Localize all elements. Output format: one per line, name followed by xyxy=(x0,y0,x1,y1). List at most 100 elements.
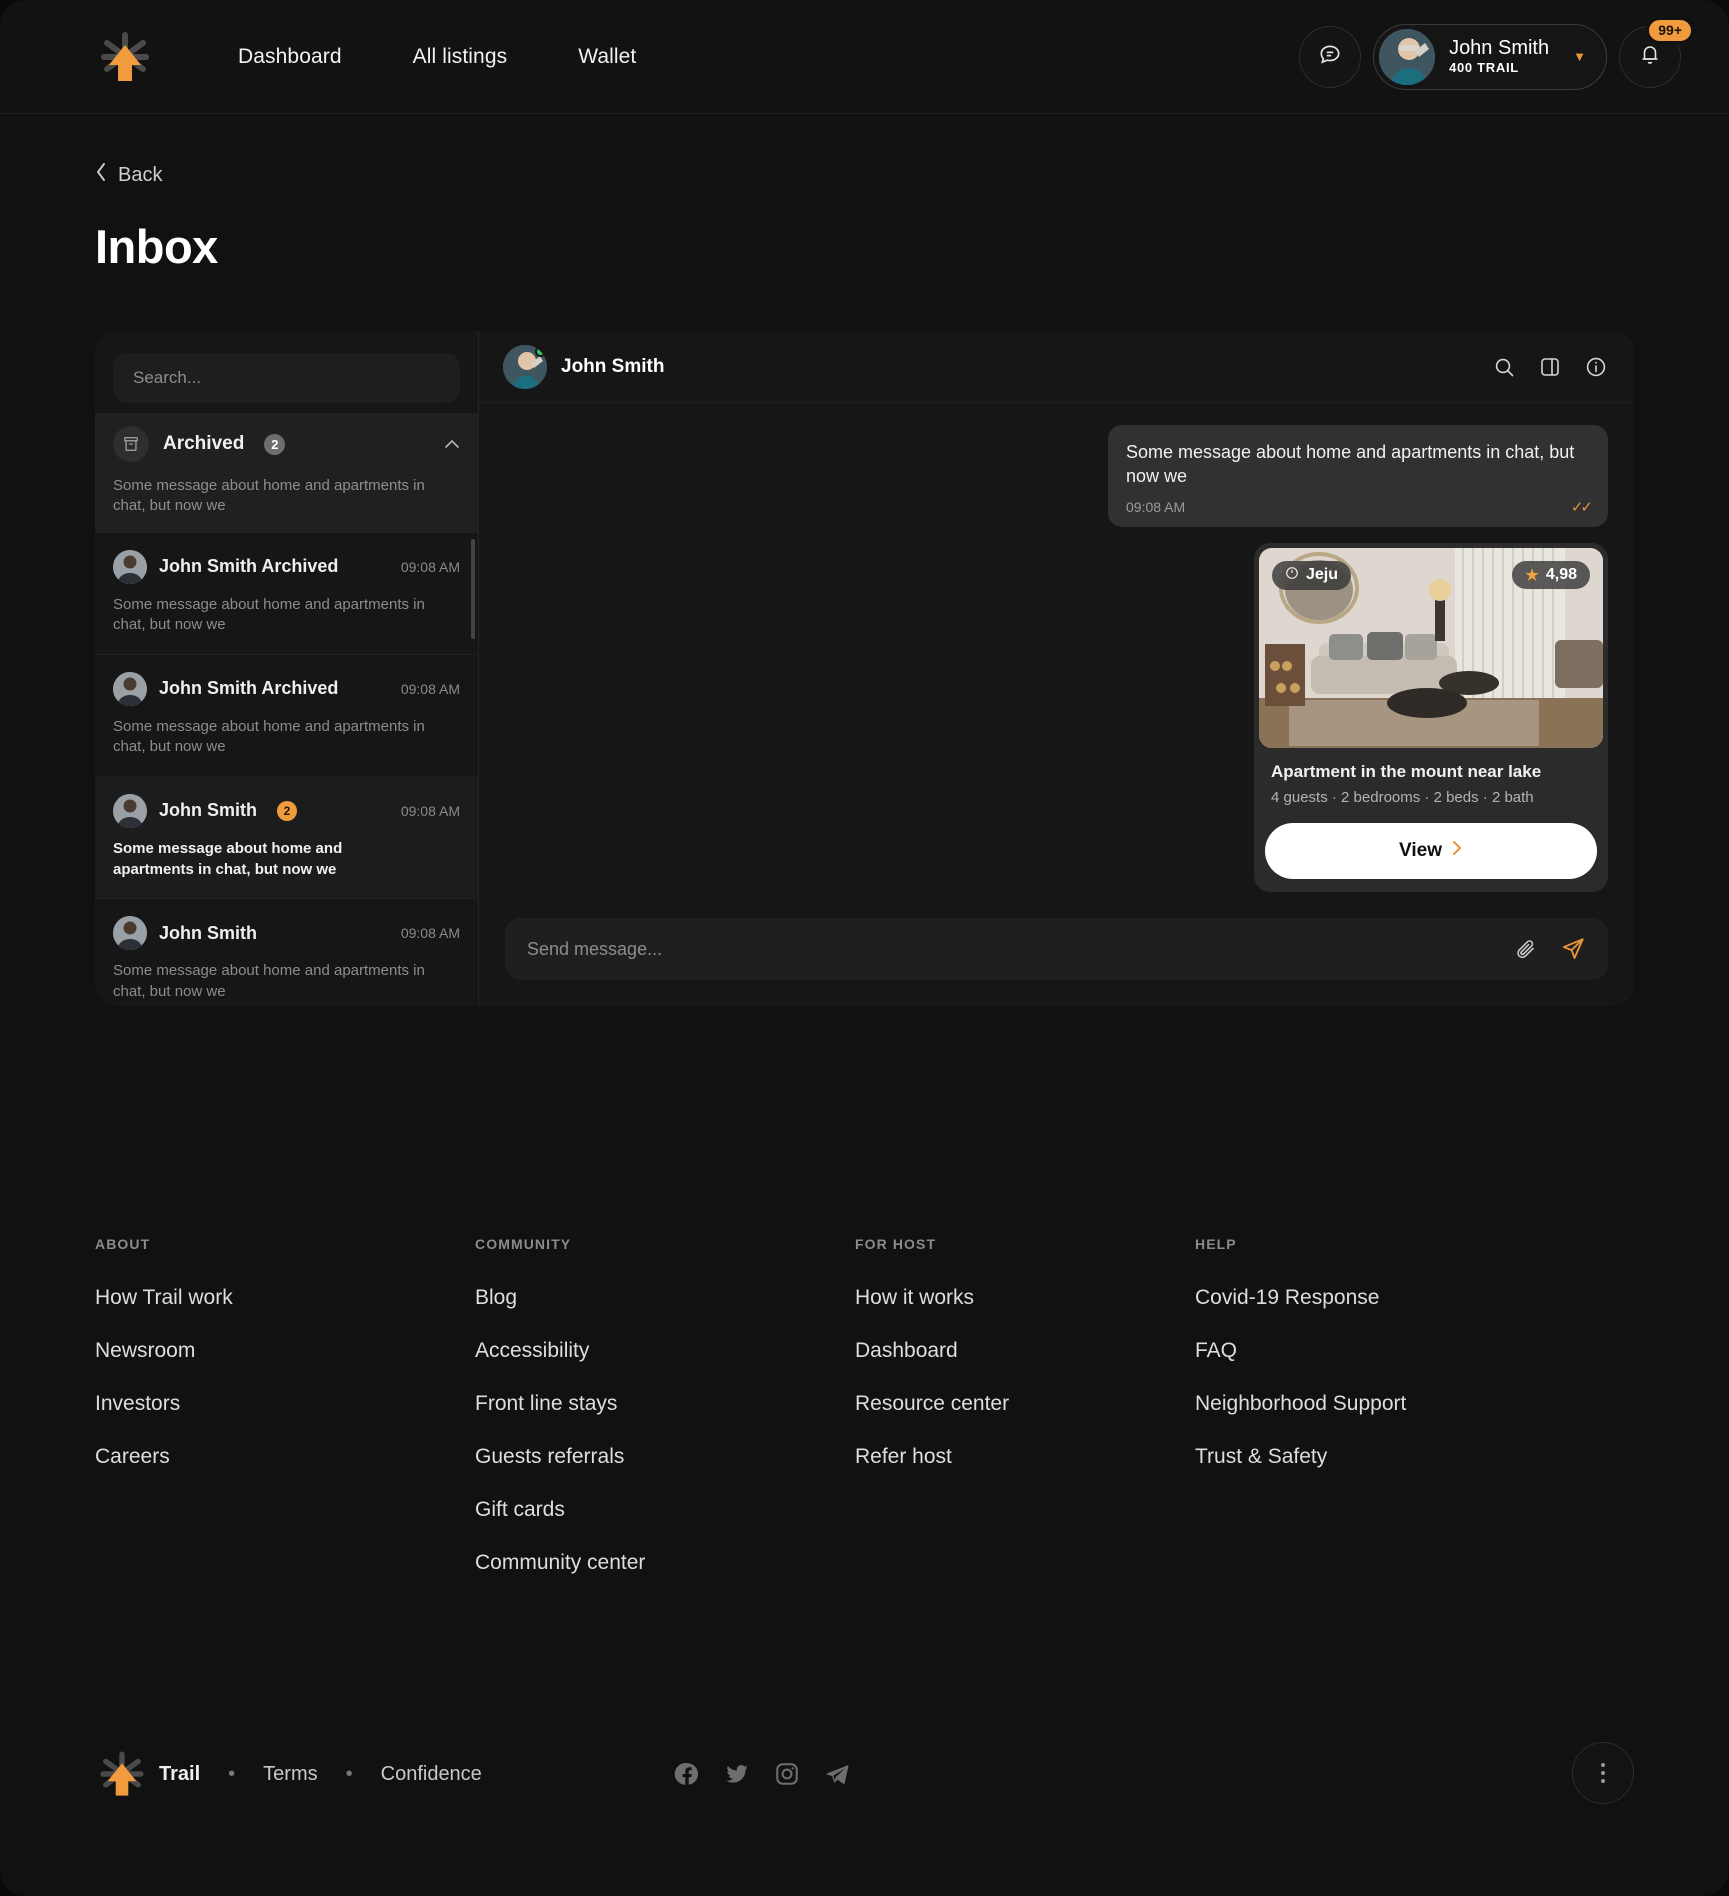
list-item-snippet: Some message about home and apartments i… xyxy=(113,717,425,756)
avatar xyxy=(113,793,147,828)
chevron-up-icon[interactable] xyxy=(444,436,460,452)
nav-link-all-listings[interactable]: All listings xyxy=(413,35,508,79)
trail-logo-icon[interactable] xyxy=(95,27,155,87)
listing-title: Apartment in the mount near lake xyxy=(1271,761,1542,781)
nav-link-wallet[interactable]: Wallet xyxy=(578,35,636,79)
conversation-list: Archived 2 Some message about home and a… xyxy=(95,331,479,1006)
user-account-menu[interactable]: John Smith 400 TRAIL ▼ xyxy=(1373,23,1607,90)
footer-link[interactable]: Investors xyxy=(95,1392,180,1416)
footer-link[interactable]: Blog xyxy=(475,1286,517,1310)
list-item-header: John Smith 09:08 AM xyxy=(113,916,460,951)
trail-logo-icon[interactable] xyxy=(95,1747,149,1801)
top-navigation-bar: Dashboard All listings Wallet John Smith… xyxy=(0,0,1729,114)
separator-dot: • xyxy=(228,1762,236,1785)
list-item-name: John Smith Archived xyxy=(159,556,339,577)
footer-link[interactable]: Refer host xyxy=(855,1445,952,1469)
footer-brand: Trail xyxy=(159,1762,201,1785)
footer-link[interactable]: Trust & Safety xyxy=(1195,1445,1327,1469)
user-meta: John Smith 400 TRAIL xyxy=(1449,37,1549,75)
footer-column-title: HELP xyxy=(1195,1236,1237,1252)
footer-link[interactable]: Resource center xyxy=(855,1392,1009,1416)
twitter-icon[interactable] xyxy=(724,1761,750,1787)
footer-link[interactable]: How Trail work xyxy=(95,1286,233,1310)
archived-header[interactable]: Archived 2 xyxy=(113,426,460,462)
panel-toggle-icon[interactable] xyxy=(1538,355,1562,379)
messages-button[interactable] xyxy=(1299,25,1362,88)
search-icon[interactable] xyxy=(1492,355,1516,379)
message-text: Some message about home and apartments i… xyxy=(1126,442,1575,487)
message-time: 09:08 AM xyxy=(1254,905,1313,908)
archived-section[interactable]: Archived 2 Some message about home and a… xyxy=(95,413,478,533)
more-options-icon xyxy=(1601,1763,1605,1783)
footer-column-community: COMMUNITY Blog Accessibility Front line … xyxy=(475,1236,855,1604)
location-pin-icon xyxy=(1285,566,1299,585)
footer-terms-link[interactable]: Terms xyxy=(263,1763,317,1786)
footer-columns: ABOUT How Trail work Newsroom Investors … xyxy=(95,1236,1634,1604)
read-receipt-icon: ✓✓ xyxy=(1549,904,1611,908)
avatar xyxy=(113,916,147,951)
footer-link[interactable]: Gift cards xyxy=(475,1498,565,1522)
inbox-panel: Archived 2 Some message about home and a… xyxy=(95,331,1634,1006)
footer-column-for-host: FOR HOST How it works Dashboard Resource… xyxy=(855,1236,1195,1604)
footer-confidence-link[interactable]: Confidence xyxy=(381,1763,482,1786)
footer-column-about: ABOUT How Trail work Newsroom Investors … xyxy=(95,1236,475,1604)
notification-badge: 99+ xyxy=(1646,16,1694,44)
list-item-name: John Smith xyxy=(159,800,257,821)
listing-message: Jeju ★ 4,98 Apartment in the mount near … xyxy=(1254,542,1611,908)
search-input[interactable] xyxy=(133,368,440,388)
chevron-right-icon xyxy=(1452,840,1463,861)
bell-icon xyxy=(1638,42,1662,71)
footer-link[interactable]: FAQ xyxy=(1195,1339,1237,1363)
listing-card[interactable]: Jeju ★ 4,98 Apartment in the mount near … xyxy=(1254,542,1608,892)
back-button[interactable]: Back xyxy=(95,162,162,188)
search-area xyxy=(95,331,478,413)
page-title: Inbox xyxy=(95,220,218,273)
send-icon[interactable] xyxy=(1560,936,1586,962)
chat-header: John Smith xyxy=(479,331,1634,403)
list-item-selected[interactable]: John Smith 2 09:08 AM Some message about… xyxy=(95,776,478,900)
composer-area xyxy=(479,908,1634,1006)
footer-link[interactable]: Front line stays xyxy=(475,1392,617,1416)
notifications-button[interactable]: 99+ xyxy=(1619,16,1694,88)
footer-link[interactable]: Community center xyxy=(475,1551,645,1575)
footer-link[interactable]: Newsroom xyxy=(95,1339,195,1363)
footer-bar: Trail • Terms • Confidence xyxy=(0,1714,1729,1834)
list-item[interactable]: John Smith Archived 09:08 AM Some messag… xyxy=(95,655,478,777)
app-window: Dashboard All listings Wallet John Smith… xyxy=(0,0,1729,1896)
paperclip-icon[interactable] xyxy=(1514,937,1538,961)
list-item-snippet: Some message about home and apartments i… xyxy=(113,839,343,878)
message-row-outgoing: Some message about home and apartments i… xyxy=(505,425,1608,527)
listing-location: Jeju xyxy=(1306,566,1339,584)
footer-column-help: HELP Covid-19 Response FAQ Neighborhood … xyxy=(1195,1236,1535,1604)
more-options-button[interactable] xyxy=(1572,1742,1634,1804)
message-bubble[interactable]: Some message about home and apartments i… xyxy=(1108,425,1608,527)
telegram-icon[interactable] xyxy=(824,1761,850,1787)
nav-right-cluster: John Smith 400 TRAIL ▼ 99+ xyxy=(1299,16,1694,90)
chat-actions xyxy=(1492,355,1608,379)
search-box[interactable] xyxy=(113,353,460,403)
social-links xyxy=(674,1761,850,1787)
message-composer[interactable] xyxy=(505,918,1608,980)
instagram-icon[interactable] xyxy=(774,1761,800,1787)
footer-link[interactable]: Accessibility xyxy=(475,1339,589,1363)
facebook-icon[interactable] xyxy=(674,1761,700,1787)
footer-link[interactable]: Covid-19 Response xyxy=(1195,1286,1379,1310)
listing-message-footer: 09:08 AM ✓✓ xyxy=(1254,904,1611,908)
footer-link[interactable]: Careers xyxy=(95,1445,170,1469)
list-item-time: 09:08 AM xyxy=(400,558,460,575)
nav-link-dashboard[interactable]: Dashboard xyxy=(238,35,342,79)
footer-link[interactable]: Guests referrals xyxy=(475,1445,624,1469)
footer-link[interactable]: Neighborhood Support xyxy=(1195,1392,1406,1416)
message-input[interactable] xyxy=(527,938,1514,960)
list-item[interactable]: John Smith Archived 09:08 AM Some messag… xyxy=(95,533,478,655)
composer-icons xyxy=(1514,936,1586,962)
footer-link[interactable]: How it works xyxy=(855,1286,974,1310)
view-listing-button[interactable]: View xyxy=(1265,822,1597,879)
list-item[interactable]: John Smith 09:08 AM Some message about h… xyxy=(95,899,478,1006)
info-icon[interactable] xyxy=(1584,355,1608,379)
footer-link[interactable]: Dashboard xyxy=(855,1339,958,1363)
footer: ABOUT How Trail work Newsroom Investors … xyxy=(0,1236,1729,1604)
avatar xyxy=(1379,28,1436,85)
listing-details: 4 guests · 2 bedrooms · 2 beds · 2 bath xyxy=(1271,788,1534,806)
list-scrollbar[interactable] xyxy=(471,539,475,639)
